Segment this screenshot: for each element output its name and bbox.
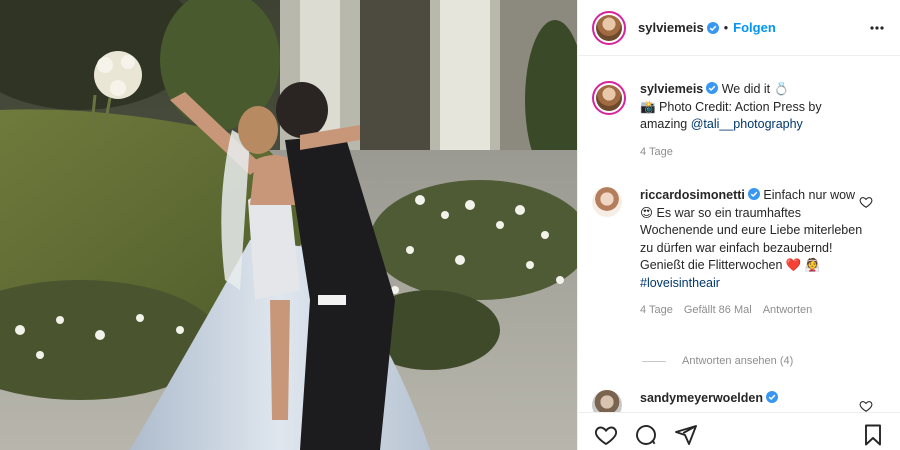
share-icon[interactable] bbox=[674, 423, 698, 447]
view-replies-label: Antworten ansehen (4) bbox=[682, 355, 794, 367]
verified-badge-icon bbox=[765, 391, 778, 403]
commenter-avatar[interactable] bbox=[592, 390, 622, 412]
comment-like-heart-icon[interactable] bbox=[859, 399, 873, 412]
comment-reply-button[interactable]: Antworten bbox=[763, 302, 813, 320]
follow-button[interactable]: Folgen bbox=[733, 20, 776, 35]
post-header: sylviemeis • Folgen bbox=[578, 0, 900, 56]
action-bar bbox=[578, 412, 900, 450]
comment-meta: 4 Tage Gefällt 86 Mal Antworten bbox=[640, 302, 865, 320]
caption-time[interactable]: 4 Tage bbox=[640, 144, 673, 162]
post-photo[interactable] bbox=[0, 0, 577, 450]
view-replies-button[interactable]: Antworten ansehen (4) bbox=[642, 355, 793, 367]
more-options-icon[interactable] bbox=[869, 20, 885, 36]
caption-text-line1: We did it 💍 bbox=[721, 82, 790, 96]
caption-mention-link[interactable]: @tali__photography bbox=[691, 117, 803, 131]
comment-body: sandymeyerwoelden bbox=[640, 390, 865, 412]
verified-badge-icon bbox=[747, 188, 760, 200]
author-username[interactable]: sylviemeis bbox=[638, 20, 704, 35]
comment-time[interactable]: 4 Tage bbox=[640, 302, 673, 320]
comment-body: riccardosimonetti Einfach nur wow 😍 Es w… bbox=[640, 187, 865, 320]
replies-divider bbox=[642, 360, 666, 362]
wedding-photo-illustration bbox=[0, 0, 577, 450]
comment-item: sandymeyerwoelden bbox=[592, 390, 887, 412]
heart-icon[interactable] bbox=[594, 423, 618, 447]
comment-likes[interactable]: Gefällt 86 Mal bbox=[684, 302, 752, 320]
caption-avatar[interactable] bbox=[592, 81, 626, 115]
author-avatar[interactable] bbox=[592, 10, 626, 45]
post-sidebar: sylviemeis • Folgen sylviemeis We did it… bbox=[577, 0, 900, 450]
caption-username[interactable]: sylviemeis bbox=[640, 82, 703, 96]
comments-list[interactable]: sylviemeis We did it 💍 📸 Photo Credit: A… bbox=[578, 57, 900, 412]
comment-username[interactable]: riccardosimonetti bbox=[640, 188, 745, 202]
verified-badge-icon bbox=[706, 21, 719, 34]
comment-icon[interactable] bbox=[634, 423, 658, 447]
caption-body: sylviemeis We did it 💍 📸 Photo Credit: A… bbox=[640, 81, 865, 161]
verified-badge-icon bbox=[706, 82, 719, 94]
caption: sylviemeis We did it 💍 📸 Photo Credit: A… bbox=[592, 81, 887, 161]
instagram-post: sylviemeis • Folgen sylviemeis We did it… bbox=[0, 0, 900, 450]
bookmark-icon[interactable] bbox=[861, 423, 885, 447]
comment-username[interactable]: sandymeyerwoelden bbox=[640, 391, 763, 405]
comment-hashtag-link[interactable]: #loveisintheair bbox=[640, 276, 720, 290]
comment-like-heart-icon[interactable] bbox=[859, 195, 873, 209]
header-separator: • bbox=[723, 20, 729, 35]
caption-meta: 4 Tage bbox=[640, 144, 865, 162]
comment-item: riccardosimonetti Einfach nur wow 😍 Es w… bbox=[592, 187, 887, 320]
commenter-avatar[interactable] bbox=[592, 187, 622, 217]
